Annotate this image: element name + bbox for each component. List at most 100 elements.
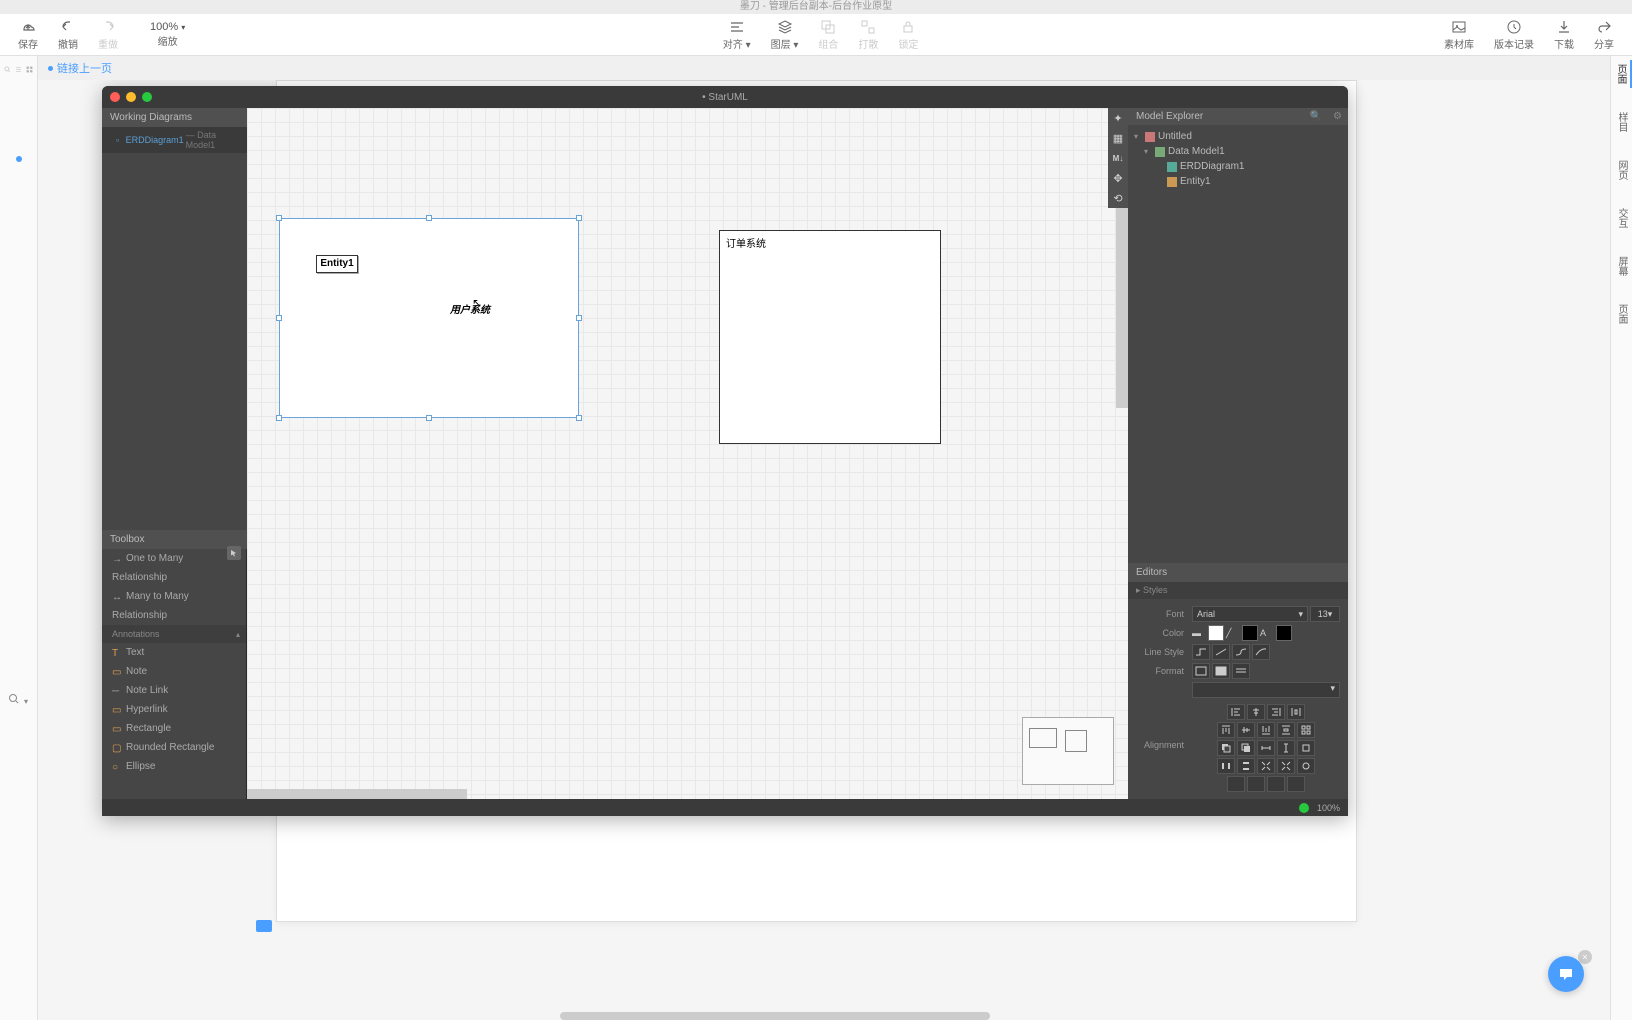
font-select[interactable]: Arial▾ <box>1192 606 1308 622</box>
fill-icon[interactable]: ▬ <box>1192 628 1206 638</box>
fit-icon[interactable] <box>1257 758 1275 774</box>
share-icon[interactable]: ⟲ <box>1108 188 1128 208</box>
align-bottom-icon[interactable] <box>1257 722 1275 738</box>
format-1-icon[interactable] <box>1192 663 1210 679</box>
tree-item-datamodel[interactable]: ▾Data Model1 <box>1134 144 1342 159</box>
resize-handle[interactable] <box>276 315 282 321</box>
stroke-icon[interactable]: ╱ <box>1226 628 1240 639</box>
extra-1-icon[interactable] <box>1227 776 1245 792</box>
staruml-scrollbar-h[interactable] <box>247 789 467 799</box>
line-rectilinear-icon[interactable] <box>1192 644 1210 660</box>
grid-icon[interactable]: ▦ <box>1108 128 1128 148</box>
text-color-swatch[interactable] <box>1276 625 1292 641</box>
puzzle-icon[interactable]: ✦ <box>1108 108 1128 128</box>
format-select[interactable]: ▾ <box>1192 682 1340 698</box>
staruml-minimap[interactable] <box>1022 717 1114 785</box>
layer-button[interactable]: 图层 ▾ <box>761 17 809 53</box>
tab-template[interactable]: 样目 <box>1612 108 1631 136</box>
staruml-titlebar[interactable]: • StarUML <box>102 86 1348 108</box>
auto-icon[interactable] <box>1297 758 1315 774</box>
toolbox-many-to-many[interactable]: ↔Many to Many <box>102 587 246 606</box>
page-indicator-dot[interactable] <box>16 156 22 162</box>
staruml-canvas[interactable]: ✦ ▦ M↓ ✥ ⟲ Entity1 用户系统 ↖ 订单系统 <box>247 108 1128 799</box>
toolbox-note[interactable]: ▭Note <box>102 662 246 681</box>
space-h-icon[interactable] <box>1217 758 1235 774</box>
diagram-tab[interactable]: ▫ ERDDiagram1 — Data Model1 <box>102 127 247 153</box>
toolbox-relationship1[interactable]: Relationship <box>102 568 246 587</box>
search-icon[interactable]: 🔍 <box>1310 111 1322 122</box>
resize-handle[interactable] <box>576 415 582 421</box>
history-button[interactable]: 版本记录 <box>1484 17 1544 53</box>
tab-interaction[interactable]: 交互 <box>1612 204 1631 232</box>
fill-color-swatch[interactable] <box>1208 625 1224 641</box>
undo-button[interactable]: 撤销 <box>48 17 88 53</box>
resize-handle[interactable] <box>426 215 432 221</box>
breadcrumb[interactable]: 链接上一页 <box>38 56 122 80</box>
align-button[interactable]: 对齐 ▾ <box>713 17 761 53</box>
align-dist-v-icon[interactable] <box>1277 722 1295 738</box>
align-top-icon[interactable] <box>1217 722 1235 738</box>
bring-front-icon[interactable] <box>1237 740 1255 756</box>
canvas-area[interactable]: • StarUML Working Diagrams ▫ ERDDiagram1… <box>38 80 1610 1020</box>
entity1-box[interactable]: Entity1 <box>316 255 358 273</box>
bottom-scrollbar[interactable] <box>560 1012 990 1020</box>
size-icon[interactable] <box>1297 740 1315 756</box>
tab-page2[interactable]: 页面 <box>1612 300 1631 328</box>
move-icon[interactable]: ✥ <box>1108 168 1128 188</box>
align-dist-h-icon[interactable] <box>1287 704 1305 720</box>
lock-button[interactable]: 锁定 <box>888 17 928 53</box>
toolbox-relationship2[interactable]: Relationship <box>102 606 246 625</box>
styles-header[interactable]: ▸ Styles <box>1128 582 1348 599</box>
toolbox-rectangle[interactable]: ▭Rectangle <box>102 719 246 738</box>
extra-4-icon[interactable] <box>1287 776 1305 792</box>
page-flag-icon[interactable] <box>256 920 272 932</box>
toolbox-one-to-many[interactable]: →One to Many <box>102 549 246 568</box>
save-button[interactable]: 保存 <box>8 17 48 53</box>
entity1-container[interactable]: Entity1 用户系统 ↖ <box>279 218 579 418</box>
align-center-icon[interactable] <box>1247 704 1265 720</box>
font-size-select[interactable]: 13 ▾ <box>1310 606 1340 622</box>
tab-screen[interactable]: 屏幕 <box>1612 252 1631 280</box>
toolbox-rounded-rectangle[interactable]: ▢Rounded Rectangle <box>102 738 246 757</box>
ungroup-button[interactable]: 打散 <box>848 17 888 53</box>
entity2-container[interactable]: 订单系统 <box>719 230 941 444</box>
tree-item-erddiagram[interactable]: ERDDiagram1 <box>1134 159 1342 174</box>
help-fab-button[interactable] <box>1548 956 1584 992</box>
list-mini-icon[interactable] <box>15 60 22 72</box>
resize-handle[interactable] <box>576 315 582 321</box>
height-icon[interactable] <box>1277 740 1295 756</box>
toolbox-hyperlink[interactable]: ▭Hyperlink <box>102 700 246 719</box>
tree-item-untitled[interactable]: ▾Untitled <box>1134 129 1342 144</box>
send-back-icon[interactable] <box>1217 740 1235 756</box>
resize-handle[interactable] <box>576 215 582 221</box>
line-rounded-icon[interactable] <box>1232 644 1250 660</box>
align-left-icon[interactable] <box>1227 704 1245 720</box>
align-grid-icon[interactable] <box>1297 722 1315 738</box>
toolbox-note-link[interactable]: ─Note Link <box>102 681 246 700</box>
expand-icon[interactable] <box>1277 758 1295 774</box>
tab-webpage[interactable]: 网页 <box>1612 156 1631 184</box>
share-button[interactable]: 分享 <box>1584 17 1624 53</box>
assets-button[interactable]: 素材库 <box>1434 17 1484 53</box>
resize-handle[interactable] <box>276 415 282 421</box>
toolbox-text[interactable]: TText <box>102 643 246 662</box>
width-icon[interactable] <box>1257 740 1275 756</box>
extra-3-icon[interactable] <box>1267 776 1285 792</box>
toolbox-ellipse[interactable]: ○Ellipse <box>102 757 246 776</box>
line-curve-icon[interactable] <box>1252 644 1270 660</box>
align-right-icon[interactable] <box>1267 704 1285 720</box>
resize-handle[interactable] <box>276 215 282 221</box>
search-mini-icon[interactable] <box>4 60 11 72</box>
space-v-icon[interactable] <box>1237 758 1255 774</box>
gear-icon[interactable]: ⚙ <box>1333 111 1342 122</box>
entity1-label[interactable]: 用户系统 <box>450 301 490 316</box>
format-2-icon[interactable] <box>1212 663 1230 679</box>
search-bottom-icon[interactable] <box>8 692 20 710</box>
chevron-down-icon[interactable]: ▾ <box>24 697 28 706</box>
zoom-value[interactable]: 100% ▾ <box>140 21 195 33</box>
download-button[interactable]: 下载 <box>1544 17 1584 53</box>
grid-mini-icon[interactable] <box>26 60 33 72</box>
text-color-icon[interactable]: A <box>1260 628 1274 638</box>
cursor-tool-icon[interactable] <box>227 546 241 560</box>
line-oblique-icon[interactable] <box>1212 644 1230 660</box>
